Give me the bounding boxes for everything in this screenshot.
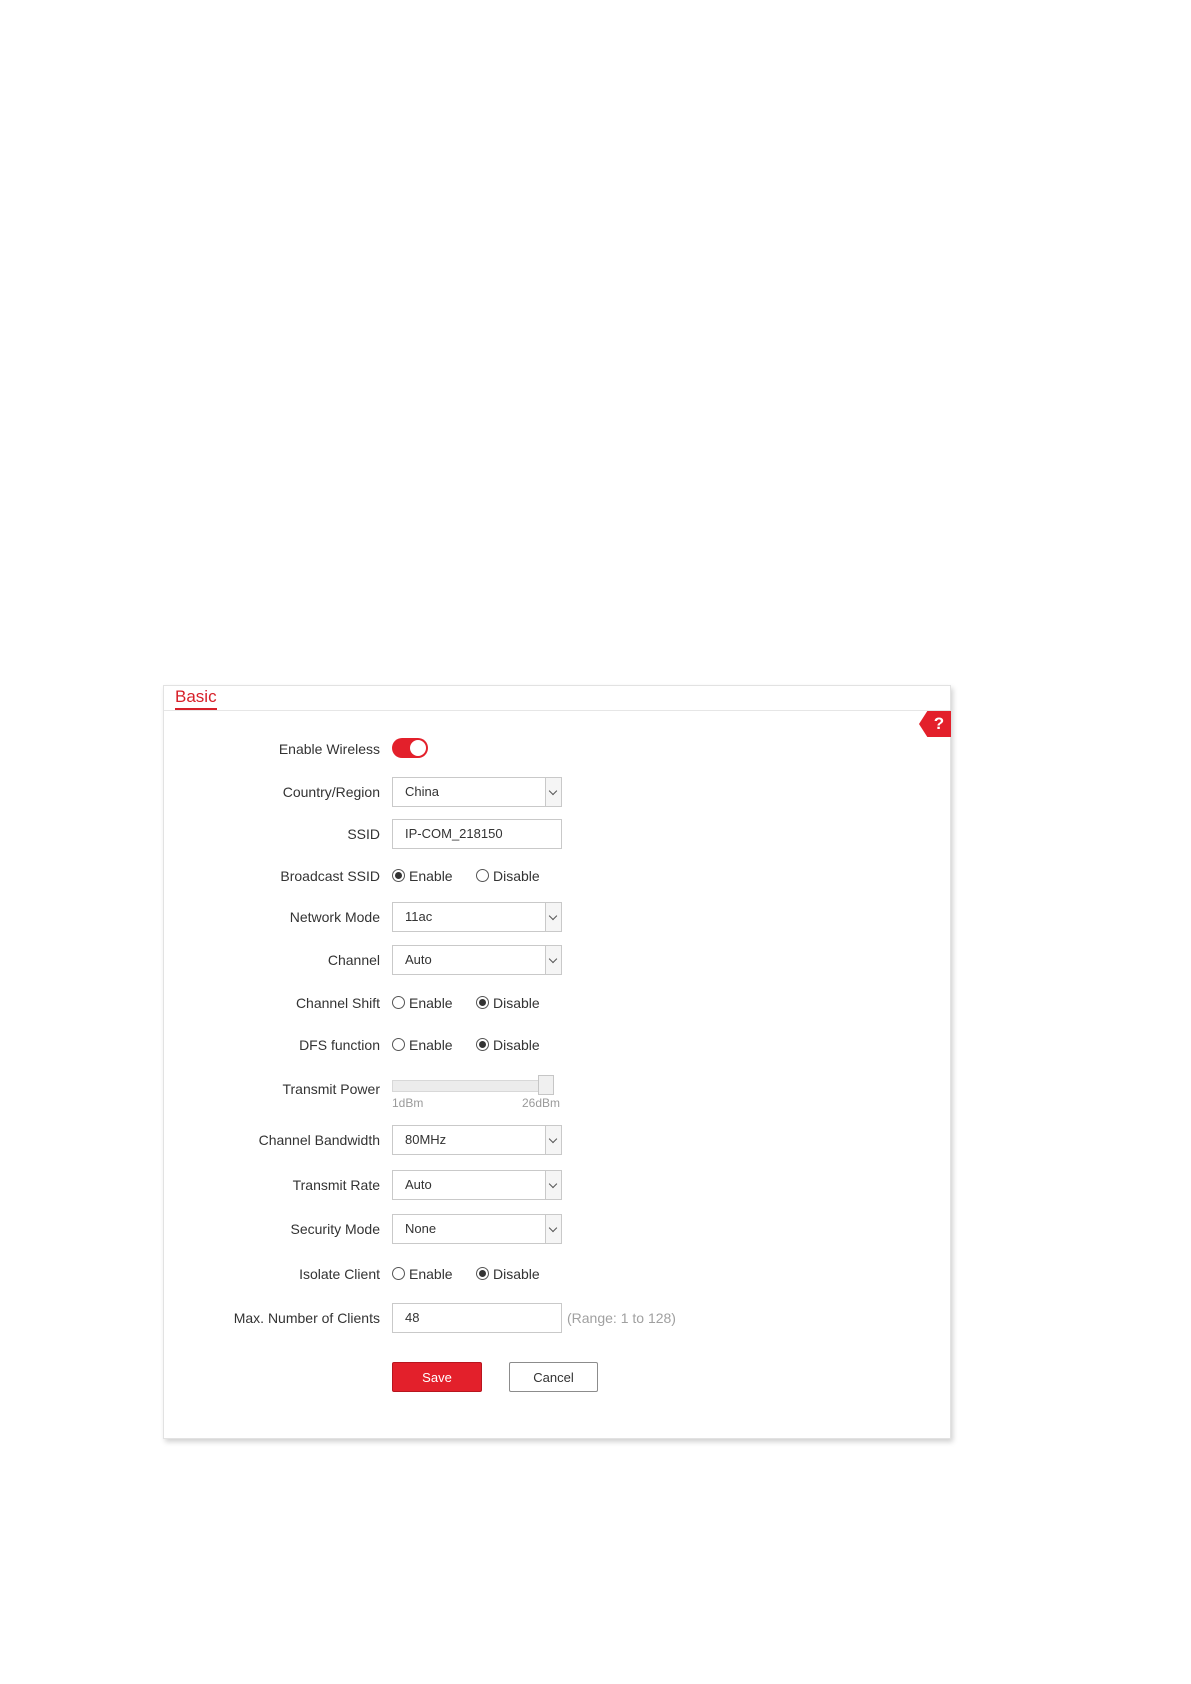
channel-shift-disable-radio[interactable]: Disable bbox=[476, 988, 540, 1018]
channel-bandwidth-label: Channel Bandwidth bbox=[258, 1132, 380, 1148]
chevron-down-icon[interactable] bbox=[545, 778, 561, 806]
row-enable-wireless: Enable Wireless bbox=[164, 734, 950, 764]
network-mode-label: Network Mode bbox=[289, 909, 380, 925]
max-clients-value: 48 bbox=[405, 1310, 420, 1325]
row-transmit-power: Transmit Power 1dBm 26dBm bbox=[164, 1074, 950, 1114]
dfs-enable-radio[interactable]: Enable bbox=[392, 1030, 453, 1060]
dfs-disable-radio[interactable]: Disable bbox=[476, 1030, 540, 1060]
radio-label: Enable bbox=[409, 1037, 453, 1053]
isolate-client-label: Isolate Client bbox=[299, 1266, 380, 1282]
security-mode-label: Security Mode bbox=[290, 1221, 380, 1237]
broadcast-ssid-label: Broadcast SSID bbox=[280, 868, 380, 884]
row-dfs-function: DFS function Enable Disable bbox=[164, 1030, 950, 1060]
transmit-power-min-label: 1dBm bbox=[392, 1096, 424, 1110]
ssid-input[interactable]: IP-COM_218150 bbox=[392, 819, 562, 849]
country-region-value: China bbox=[405, 784, 439, 799]
transmit-rate-label: Transmit Rate bbox=[292, 1177, 380, 1193]
transmit-power-label: Transmit Power bbox=[282, 1081, 380, 1097]
enable-wireless-label: Enable Wireless bbox=[278, 741, 380, 757]
channel-bandwidth-value: 80MHz bbox=[405, 1132, 447, 1147]
channel-label: Channel bbox=[327, 952, 380, 968]
radio-selected-icon bbox=[476, 1266, 489, 1280]
channel-shift-enable-radio[interactable]: Enable bbox=[392, 988, 453, 1018]
chevron-down-icon[interactable] bbox=[545, 946, 561, 974]
max-clients-input[interactable]: 48 bbox=[392, 1303, 562, 1333]
panel-header: Basic bbox=[164, 686, 950, 711]
security-mode-select[interactable]: None bbox=[392, 1214, 562, 1244]
chevron-down-icon[interactable] bbox=[545, 1171, 561, 1199]
isolate-client-disable-radio[interactable]: Disable bbox=[476, 1259, 540, 1289]
isolate-client-enable-radio[interactable]: Enable bbox=[392, 1259, 453, 1289]
row-country-region: Country/Region China bbox=[164, 777, 950, 807]
broadcast-ssid-enable-radio[interactable]: Enable bbox=[392, 861, 453, 891]
radio-label: Enable bbox=[409, 995, 453, 1011]
help-icon-glyph: ? bbox=[933, 714, 945, 733]
chevron-down-icon[interactable] bbox=[545, 903, 561, 931]
row-max-clients: Max. Number of Clients 48 (Range: 1 to 1… bbox=[164, 1303, 950, 1333]
chevron-down-icon[interactable] bbox=[545, 1215, 561, 1243]
radio-unselected-icon bbox=[476, 868, 489, 882]
radio-label: Disable bbox=[493, 995, 540, 1011]
max-clients-label: Max. Number of Clients bbox=[233, 1310, 380, 1326]
radio-label: Disable bbox=[493, 1037, 540, 1053]
channel-value: Auto bbox=[405, 952, 432, 967]
row-transmit-rate: Transmit Rate Auto bbox=[164, 1170, 950, 1200]
row-network-mode: Network Mode 11ac bbox=[164, 902, 950, 932]
transmit-power-slider-handle[interactable] bbox=[538, 1075, 554, 1095]
save-button[interactable]: Save bbox=[392, 1362, 482, 1392]
row-broadcast-ssid: Broadcast SSID Enable Disable bbox=[164, 861, 950, 891]
transmit-rate-value: Auto bbox=[405, 1177, 432, 1192]
row-channel: Channel Auto bbox=[164, 945, 950, 975]
row-ssid: SSID IP-COM_218150 bbox=[164, 819, 950, 849]
network-mode-value: 11ac bbox=[405, 909, 433, 924]
row-security-mode: Security Mode None bbox=[164, 1214, 950, 1244]
radio-label: Disable bbox=[493, 868, 540, 884]
cancel-button[interactable]: Cancel bbox=[509, 1362, 598, 1392]
country-region-label: Country/Region bbox=[282, 784, 380, 800]
toggle-knob bbox=[410, 740, 426, 756]
network-mode-select[interactable]: 11ac bbox=[392, 902, 562, 932]
channel-shift-label: Channel Shift bbox=[295, 995, 380, 1011]
tab-basic[interactable]: Basic bbox=[175, 686, 217, 710]
radio-selected-icon bbox=[392, 868, 405, 882]
radio-selected-icon bbox=[476, 1037, 489, 1051]
transmit-rate-select[interactable]: Auto bbox=[392, 1170, 562, 1200]
radio-label: Enable bbox=[409, 1266, 453, 1282]
radio-selected-icon bbox=[476, 995, 489, 1009]
channel-select[interactable]: Auto bbox=[392, 945, 562, 975]
channel-bandwidth-select[interactable]: 80MHz bbox=[392, 1125, 562, 1155]
row-channel-shift: Channel Shift Enable Disable bbox=[164, 988, 950, 1018]
basic-settings-panel: Basic ? Enable Wireless Country/Region C… bbox=[163, 685, 951, 1439]
ssid-value: IP-COM_218150 bbox=[405, 826, 503, 841]
row-isolate-client: Isolate Client Enable Disable bbox=[164, 1259, 950, 1289]
enable-wireless-toggle[interactable] bbox=[392, 738, 428, 758]
row-channel-bandwidth: Channel Bandwidth 80MHz bbox=[164, 1125, 950, 1155]
ssid-label: SSID bbox=[347, 826, 380, 842]
security-mode-value: None bbox=[405, 1221, 437, 1236]
dfs-function-label: DFS function bbox=[299, 1037, 380, 1053]
broadcast-ssid-disable-radio[interactable]: Disable bbox=[476, 861, 540, 891]
radio-unselected-icon bbox=[392, 1037, 405, 1051]
chevron-down-icon[interactable] bbox=[545, 1126, 561, 1154]
radio-label: Enable bbox=[409, 868, 453, 884]
row-actions: Save Cancel bbox=[164, 1362, 950, 1392]
country-region-select[interactable]: China bbox=[392, 777, 562, 807]
radio-unselected-icon bbox=[392, 995, 405, 1009]
transmit-power-max-label: 26dBm bbox=[522, 1096, 561, 1110]
max-clients-range-hint: (Range: 1 to 128) bbox=[567, 1310, 676, 1326]
radio-label: Disable bbox=[493, 1266, 540, 1282]
transmit-power-slider[interactable] bbox=[392, 1080, 554, 1092]
radio-unselected-icon bbox=[392, 1266, 405, 1280]
